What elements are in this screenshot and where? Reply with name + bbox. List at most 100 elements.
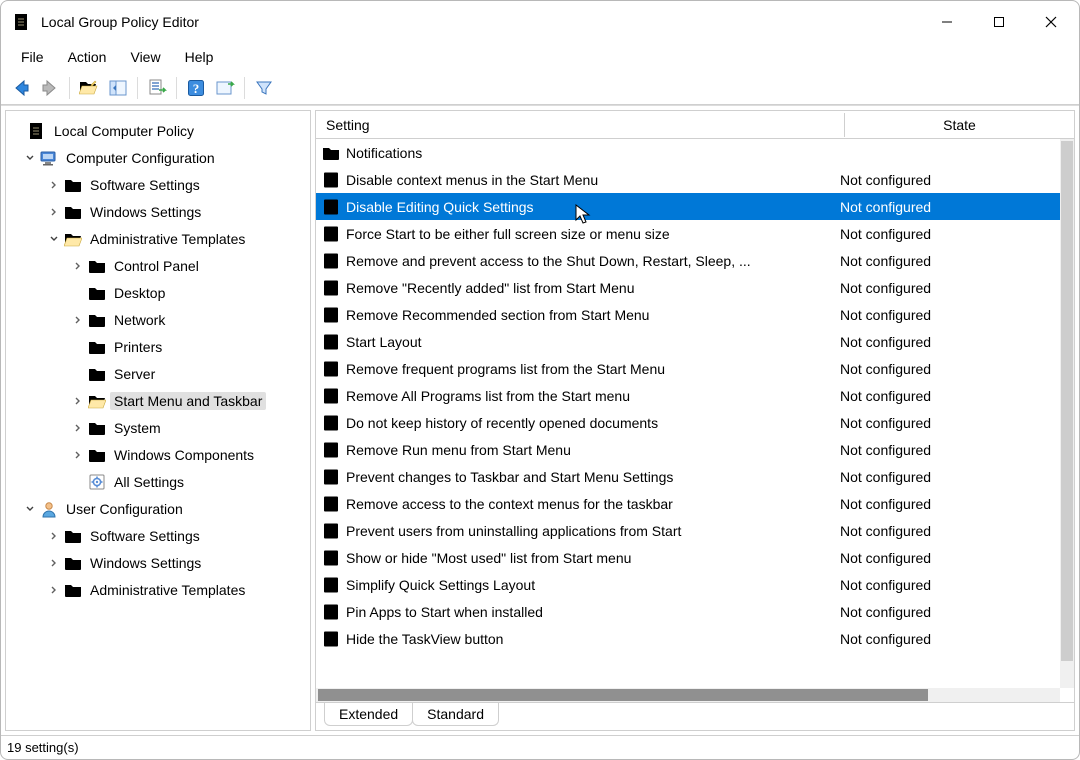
policy-icon (322, 171, 340, 189)
chevron-right-icon[interactable] (70, 312, 86, 328)
policy-icon (322, 549, 340, 567)
list-row[interactable]: Show or hide "Most used" list from Start… (316, 544, 1060, 571)
chevron-right-icon[interactable] (70, 393, 86, 409)
tree-computer-configuration[interactable]: Computer Configuration (10, 144, 306, 171)
list-row[interactable]: Simplify Quick Settings LayoutNot config… (316, 571, 1060, 598)
list-row[interactable]: Do not keep history of recently opened d… (316, 409, 1060, 436)
tree-user-configuration[interactable]: User Configuration (10, 495, 306, 522)
list-row[interactable]: Remove Run menu from Start MenuNot confi… (316, 436, 1060, 463)
forward-button[interactable] (36, 74, 64, 102)
chevron-right-icon[interactable] (46, 528, 62, 544)
column-state[interactable]: State (844, 113, 1074, 137)
list-item-state: Not configured (830, 334, 1060, 350)
tree-label: Windows Settings (86, 554, 205, 572)
scroll-thumb[interactable] (1061, 141, 1073, 661)
chevron-right-icon[interactable] (46, 204, 62, 220)
list-row[interactable]: Hide the TaskView buttonNot configured (316, 625, 1060, 652)
horizontal-scrollbar[interactable] (316, 688, 1060, 702)
tree-cc-admin-templates[interactable]: Administrative Templates (10, 225, 306, 252)
menu-bar: File Action View Help (1, 43, 1079, 71)
list-row[interactable]: Remove and prevent access to the Shut Do… (316, 247, 1060, 274)
list-item-label: Force Start to be either full screen siz… (346, 226, 830, 242)
tree-start-menu-taskbar[interactable]: Start Menu and Taskbar (10, 387, 306, 414)
toolbar-separator (69, 77, 70, 99)
menu-file[interactable]: File (11, 46, 54, 68)
tab-extended[interactable]: Extended (324, 703, 413, 726)
list-row[interactable]: Force Start to be either full screen siz… (316, 220, 1060, 247)
tree-pane[interactable]: Local Computer Policy Computer Configura… (5, 110, 311, 731)
tree-network[interactable]: Network (10, 306, 306, 333)
tree-cc-software-settings[interactable]: Software Settings (10, 171, 306, 198)
list-row[interactable]: Pin Apps to Start when installedNot conf… (316, 598, 1060, 625)
tree-label: Server (110, 365, 159, 383)
list-body[interactable]: NotificationsDisable context menus in th… (316, 139, 1074, 702)
toolbar-separator (176, 77, 177, 99)
close-button[interactable] (1025, 4, 1077, 40)
tree-cc-windows-settings[interactable]: Windows Settings (10, 198, 306, 225)
minimize-button[interactable] (921, 4, 973, 40)
list-row[interactable]: Remove access to the context menus for t… (316, 490, 1060, 517)
list-item-label: Pin Apps to Start when installed (346, 604, 830, 620)
list-row[interactable]: Remove "Recently added" list from Start … (316, 274, 1060, 301)
list-item-state: Not configured (830, 604, 1060, 620)
list-item-state: Not configured (830, 226, 1060, 242)
settings-wizard-button[interactable] (211, 74, 239, 102)
tree-windows-components[interactable]: Windows Components (10, 441, 306, 468)
list-item-label: Prevent changes to Taskbar and Start Men… (346, 469, 830, 485)
all-settings-icon (88, 473, 106, 491)
chevron-right-icon[interactable] (46, 177, 62, 193)
tree-all-settings[interactable]: All Settings (10, 468, 306, 495)
back-button[interactable] (7, 74, 35, 102)
list-row[interactable]: Prevent changes to Taskbar and Start Men… (316, 463, 1060, 490)
filter-button[interactable] (250, 74, 278, 102)
menu-view[interactable]: View (120, 46, 170, 68)
tab-standard[interactable]: Standard (412, 703, 499, 726)
tree-server[interactable]: Server (10, 360, 306, 387)
scroll-thumb[interactable] (318, 689, 928, 701)
tree-label: Administrative Templates (86, 230, 249, 248)
menu-action[interactable]: Action (58, 46, 117, 68)
column-setting[interactable]: Setting (316, 113, 844, 137)
list-row[interactable]: Prevent users from uninstalling applicat… (316, 517, 1060, 544)
show-hide-tree-button[interactable] (104, 74, 132, 102)
tree-uc-admin-templates[interactable]: Administrative Templates (10, 576, 306, 603)
tree-system[interactable]: System (10, 414, 306, 441)
maximize-button[interactable] (973, 4, 1025, 40)
vertical-scrollbar[interactable] (1060, 139, 1074, 688)
tree-root[interactable]: Local Computer Policy (10, 117, 306, 144)
list-item-state: Not configured (830, 388, 1060, 404)
tree-label: All Settings (110, 473, 188, 491)
list-row[interactable]: Remove Recommended section from Start Me… (316, 301, 1060, 328)
list-row[interactable]: Remove All Programs list from the Start … (316, 382, 1060, 409)
tree-label: User Configuration (62, 500, 187, 518)
list-row-folder[interactable]: Notifications (316, 139, 1060, 166)
list-item-state: Not configured (830, 199, 1060, 215)
up-button[interactable] (75, 74, 103, 102)
tree-desktop[interactable]: Desktop (10, 279, 306, 306)
chevron-right-icon[interactable] (46, 555, 62, 571)
list-row[interactable]: Start LayoutNot configured (316, 328, 1060, 355)
user-icon (40, 500, 58, 518)
list-row[interactable]: Remove frequent programs list from the S… (316, 355, 1060, 382)
tree-printers[interactable]: Printers (10, 333, 306, 360)
policy-root-icon (28, 122, 46, 140)
chevron-right-icon[interactable] (70, 420, 86, 436)
chevron-down-icon[interactable] (22, 150, 38, 166)
help-button[interactable]: ? (182, 74, 210, 102)
list-row[interactable]: Disable Editing Quick SettingsNot config… (316, 193, 1060, 220)
tree-control-panel[interactable]: Control Panel (10, 252, 306, 279)
export-list-button[interactable] (143, 74, 171, 102)
tree-uc-windows-settings[interactable]: Windows Settings (10, 549, 306, 576)
chevron-down-icon[interactable] (22, 501, 38, 517)
chevron-down-icon[interactable] (46, 231, 62, 247)
tree-uc-software-settings[interactable]: Software Settings (10, 522, 306, 549)
chevron-right-icon[interactable] (46, 582, 62, 598)
chevron-right-icon[interactable] (70, 258, 86, 274)
policy-icon (322, 468, 340, 486)
list-item-state: Not configured (830, 577, 1060, 593)
menu-help[interactable]: Help (175, 46, 224, 68)
policy-icon (322, 279, 340, 297)
policy-icon (322, 225, 340, 243)
chevron-right-icon[interactable] (70, 447, 86, 463)
list-row[interactable]: Disable context menus in the Start MenuN… (316, 166, 1060, 193)
